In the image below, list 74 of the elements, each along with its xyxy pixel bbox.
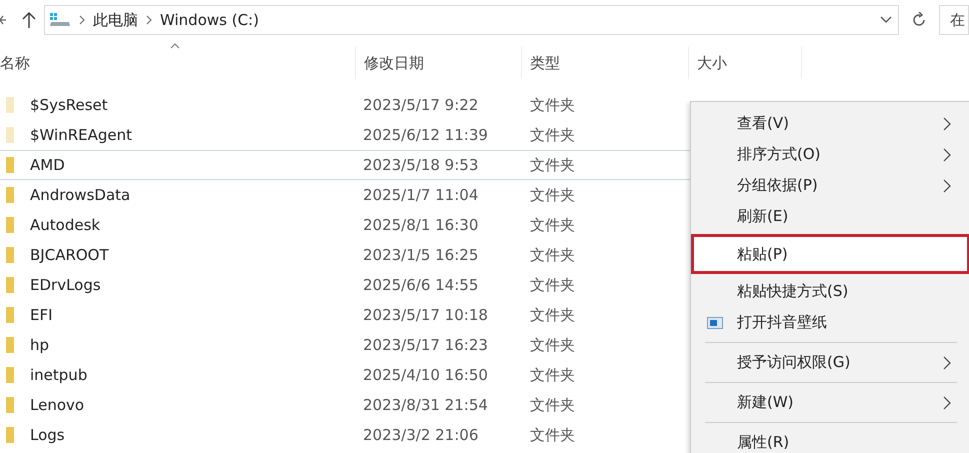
file-name: EDrvLogs [30, 276, 101, 294]
file-type: 文件夹 [530, 276, 575, 294]
file-type: 文件夹 [530, 126, 575, 144]
chevron-icon [79, 15, 85, 25]
file-name: AndrowsData [30, 186, 130, 204]
modified-date: 2023/8/31 21:54 [363, 396, 489, 414]
modified-date: 2023/5/18 9:53 [363, 156, 480, 174]
menu-item[interactable]: 排序方式(O) [691, 139, 969, 170]
file-row[interactable]: $SysReset 2023/5/17 9:22 文件夹 [0, 90, 690, 120]
search-field[interactable]: 在 [939, 5, 969, 35]
file-type: 文件夹 [530, 216, 575, 234]
breadcrumb[interactable]: 此电脑 [93, 10, 138, 30]
file-type: 文件夹 [530, 96, 575, 114]
modified-date: 2025/8/1 16:30 [363, 216, 480, 234]
modified-date: 2023/3/2 21:06 [363, 426, 480, 444]
file-row[interactable]: $WinREAgent 2025/6/12 11:39 文件夹 [0, 120, 690, 150]
menu-item[interactable]: 分组依据(P) [691, 170, 969, 201]
modified-date: 2023/5/17 10:18 [363, 306, 489, 324]
breadcrumb[interactable]: Windows (C:) [160, 11, 259, 29]
file-row[interactable]: hp 2023/5/17 16:23 文件夹 [0, 330, 690, 360]
drive-icon [49, 12, 71, 28]
file-type: 文件夹 [530, 426, 575, 444]
modified-date: 2023/5/17 9:22 [363, 96, 480, 114]
menu-item[interactable]: 打开抖音壁纸 [691, 307, 969, 338]
file-name: EFI [30, 306, 53, 324]
file-type: 文件夹 [530, 186, 575, 204]
up-arrow-icon[interactable] [22, 12, 36, 28]
file-row[interactable]: AMD 2023/5/18 9:53 文件夹 [0, 150, 690, 180]
address-bar[interactable]: 此电脑 Windows (C:) [44, 5, 899, 35]
file-type: 文件夹 [530, 156, 575, 174]
wallpaper-icon [707, 316, 723, 328]
chevron-icon [146, 15, 152, 25]
menu-item[interactable]: 查看(V) [691, 108, 969, 139]
modified-date: 2025/6/6 14:55 [363, 276, 480, 294]
dropdown-icon[interactable] [880, 16, 892, 24]
file-name: inetpub [30, 366, 88, 384]
file-row[interactable]: Autodesk 2025/8/1 16:30 文件夹 [0, 210, 690, 240]
refresh-icon[interactable] [911, 12, 927, 28]
file-name: BJCAROOT [30, 246, 109, 264]
file-type: 文件夹 [530, 396, 575, 414]
file-name: AMD [30, 156, 65, 174]
modified-date: 2025/6/12 11:39 [363, 126, 489, 144]
column-header[interactable]: 大小 [689, 47, 802, 79]
column-header[interactable]: 修改日期 [356, 47, 522, 79]
column-header[interactable]: 类型 [522, 47, 689, 79]
file-row[interactable]: EDrvLogs 2025/6/6 14:55 文件夹 [0, 270, 690, 300]
menu-item[interactable]: 刷新(E) [691, 201, 969, 232]
modified-date: 2023/1/5 16:25 [363, 246, 480, 264]
file-row[interactable]: inetpub 2025/4/10 16:50 文件夹 [0, 360, 690, 390]
modified-date: 2023/5/17 16:23 [363, 336, 489, 354]
modified-date: 2025/1/7 11:04 [363, 186, 480, 204]
file-name: Autodesk [30, 216, 100, 234]
file-name: Logs [30, 426, 65, 444]
menu-item[interactable]: 属性(R) [691, 427, 969, 453]
file-name: hp [30, 336, 50, 354]
file-name: $WinREAgent [30, 126, 132, 144]
file-row[interactable]: Lenovo 2023/8/31 21:54 文件夹 [0, 390, 690, 420]
file-type: 文件夹 [530, 306, 575, 324]
file-type: 文件夹 [530, 246, 575, 264]
menu-item[interactable]: 粘贴快捷方式(S) [691, 276, 969, 307]
menu-item[interactable]: 新建(W) [691, 387, 969, 418]
file-row[interactable]: Logs 2023/3/2 21:06 文件夹 [0, 420, 690, 450]
file-name: $SysReset [30, 96, 108, 114]
modified-date: 2025/4/10 16:50 [363, 366, 489, 384]
column-header[interactable]: 名称 [0, 47, 356, 79]
file-row[interactable]: BJCAROOT 2023/1/5 16:25 文件夹 [0, 240, 690, 270]
menu-item[interactable]: 授予访问权限(G) [691, 347, 969, 378]
back-arrow-icon[interactable] [0, 13, 6, 27]
file-name: Lenovo [30, 396, 84, 414]
menu-item[interactable]: 粘贴(P) [691, 234, 969, 274]
file-row[interactable]: AndrowsData 2025/1/7 11:04 文件夹 [0, 180, 690, 210]
file-type: 文件夹 [530, 336, 575, 354]
file-row[interactable]: EFI 2023/5/17 10:18 文件夹 [0, 300, 690, 330]
file-type: 文件夹 [530, 366, 575, 384]
